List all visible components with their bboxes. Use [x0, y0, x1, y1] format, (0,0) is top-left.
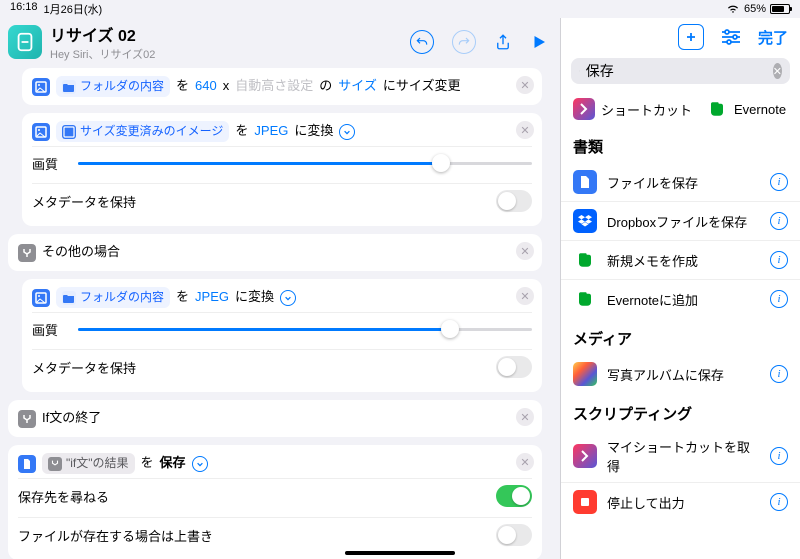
action-dropbox-save[interactable]: Dropboxファイルを保存 i	[561, 201, 800, 240]
action-evernote-add[interactable]: Evernoteに追加 i	[561, 279, 800, 318]
home-indicator[interactable]	[345, 551, 455, 555]
evernote-app-icon	[706, 98, 728, 120]
wifi-icon	[726, 4, 740, 14]
app-evernote[interactable]: Evernote	[706, 98, 786, 120]
chevron-down-icon[interactable]	[339, 124, 355, 140]
shortcut-name: リサイズ 02	[50, 22, 402, 46]
convert-app-icon	[32, 123, 50, 141]
action-else[interactable]: ✕ その他の場合	[8, 234, 542, 271]
clear-search-icon[interactable]: ✕	[773, 63, 782, 79]
share-icon[interactable]	[494, 32, 512, 52]
battery-icon	[770, 4, 790, 14]
done-button[interactable]: 完了	[758, 27, 788, 48]
add-action-button[interactable]	[678, 24, 704, 50]
action-stop-output[interactable]: 停止して出力 i	[561, 482, 800, 521]
metadata-toggle[interactable]	[496, 356, 532, 378]
evernote-icon	[573, 248, 597, 272]
redo-button[interactable]	[452, 30, 476, 54]
action-save-file[interactable]: ファイルを保存 i	[561, 163, 800, 201]
quality-slider[interactable]	[78, 153, 532, 173]
action-save-photo[interactable]: 写真アルバムに保存 i	[561, 355, 800, 393]
photos-icon	[573, 362, 597, 386]
chevron-down-icon[interactable]	[280, 290, 296, 306]
status-bar: 16:18 1月26日(水) 65%	[0, 0, 800, 18]
search-field[interactable]	[586, 63, 767, 79]
evernote-icon	[573, 287, 597, 311]
section-media: メディア	[561, 318, 800, 355]
format-jpeg[interactable]: JPEG	[195, 287, 229, 308]
play-button[interactable]	[530, 33, 548, 51]
overwrite-toggle[interactable]	[496, 524, 532, 546]
quality-slider[interactable]	[78, 319, 532, 339]
resize-app-icon	[32, 78, 50, 96]
file-app-icon	[18, 455, 36, 473]
action-get-shortcut[interactable]: マイショートカットを取得 i	[561, 430, 800, 482]
undo-button[interactable]	[410, 30, 434, 54]
shortcut-subtitle: Hey Siri、リサイズ02	[50, 46, 402, 62]
editor-canvas[interactable]: ✕ フォルダの内容 を 640 x 自動高さ設定 の サイズ にサイズ変更	[0, 68, 560, 559]
stop-icon	[573, 490, 597, 514]
token-folder-contents[interactable]: フォルダの内容	[56, 76, 170, 97]
action-convert-1[interactable]: ✕ サイズ変更済みのイメージ を JPEG に変換 画質 メタデータを保持	[22, 113, 542, 226]
info-icon[interactable]: i	[770, 365, 788, 383]
section-scripting: スクリプティング	[561, 393, 800, 430]
search-icon	[579, 64, 580, 78]
branch-icon	[18, 244, 36, 262]
search-input[interactable]: ✕	[571, 58, 790, 84]
height-field[interactable]: 自動高さ設定	[235, 76, 313, 97]
action-endif[interactable]: ✕ If文の終了	[8, 400, 542, 437]
title-bar: リサイズ 02 Hey Siri、リサイズ02	[0, 18, 560, 68]
width-value[interactable]: 640	[195, 76, 217, 97]
close-icon[interactable]: ✕	[516, 76, 534, 94]
token-resized-image[interactable]: サイズ変更済みのイメージ	[56, 121, 229, 142]
action-resize[interactable]: ✕ フォルダの内容 を 640 x 自動高さ設定 の サイズ にサイズ変更	[22, 68, 542, 105]
action-new-memo[interactable]: 新規メモを作成 i	[561, 240, 800, 279]
action-save[interactable]: ✕ "if文"の結果 を 保存 保存先を尋ねる ファイルが存在する場合は上書き	[8, 445, 542, 559]
app-shortcuts[interactable]: ショートカット	[573, 98, 692, 120]
info-icon[interactable]: i	[770, 212, 788, 230]
format-jpeg[interactable]: JPEG	[254, 121, 288, 142]
settings-icon[interactable]	[720, 28, 742, 46]
token-if-result[interactable]: "if文"の結果	[42, 453, 135, 474]
info-icon[interactable]: i	[770, 251, 788, 269]
action-convert-2[interactable]: ✕ フォルダの内容 を JPEG に変換 画質 メタデータを保持	[22, 279, 542, 392]
info-icon[interactable]: i	[770, 173, 788, 191]
dropbox-icon	[573, 209, 597, 233]
branch-icon	[18, 410, 36, 428]
battery-pct: 65%	[744, 3, 766, 15]
status-time: 16:18	[10, 1, 38, 17]
status-date: 1月26日(水)	[44, 1, 103, 17]
shortcut-icon	[8, 25, 42, 59]
shortcuts-icon	[573, 444, 597, 468]
metadata-toggle[interactable]	[496, 190, 532, 212]
info-icon[interactable]: i	[770, 290, 788, 308]
shortcuts-app-icon	[573, 98, 595, 120]
file-icon	[573, 170, 597, 194]
token-folder-contents[interactable]: フォルダの内容	[56, 287, 170, 308]
size-token[interactable]: サイズ	[338, 76, 377, 97]
section-documents: 書類	[561, 132, 800, 163]
ask-location-toggle[interactable]	[496, 485, 532, 507]
chevron-down-icon[interactable]	[192, 456, 208, 472]
info-icon[interactable]: i	[770, 447, 788, 465]
info-icon[interactable]: i	[770, 493, 788, 511]
convert-app-icon	[32, 289, 50, 307]
